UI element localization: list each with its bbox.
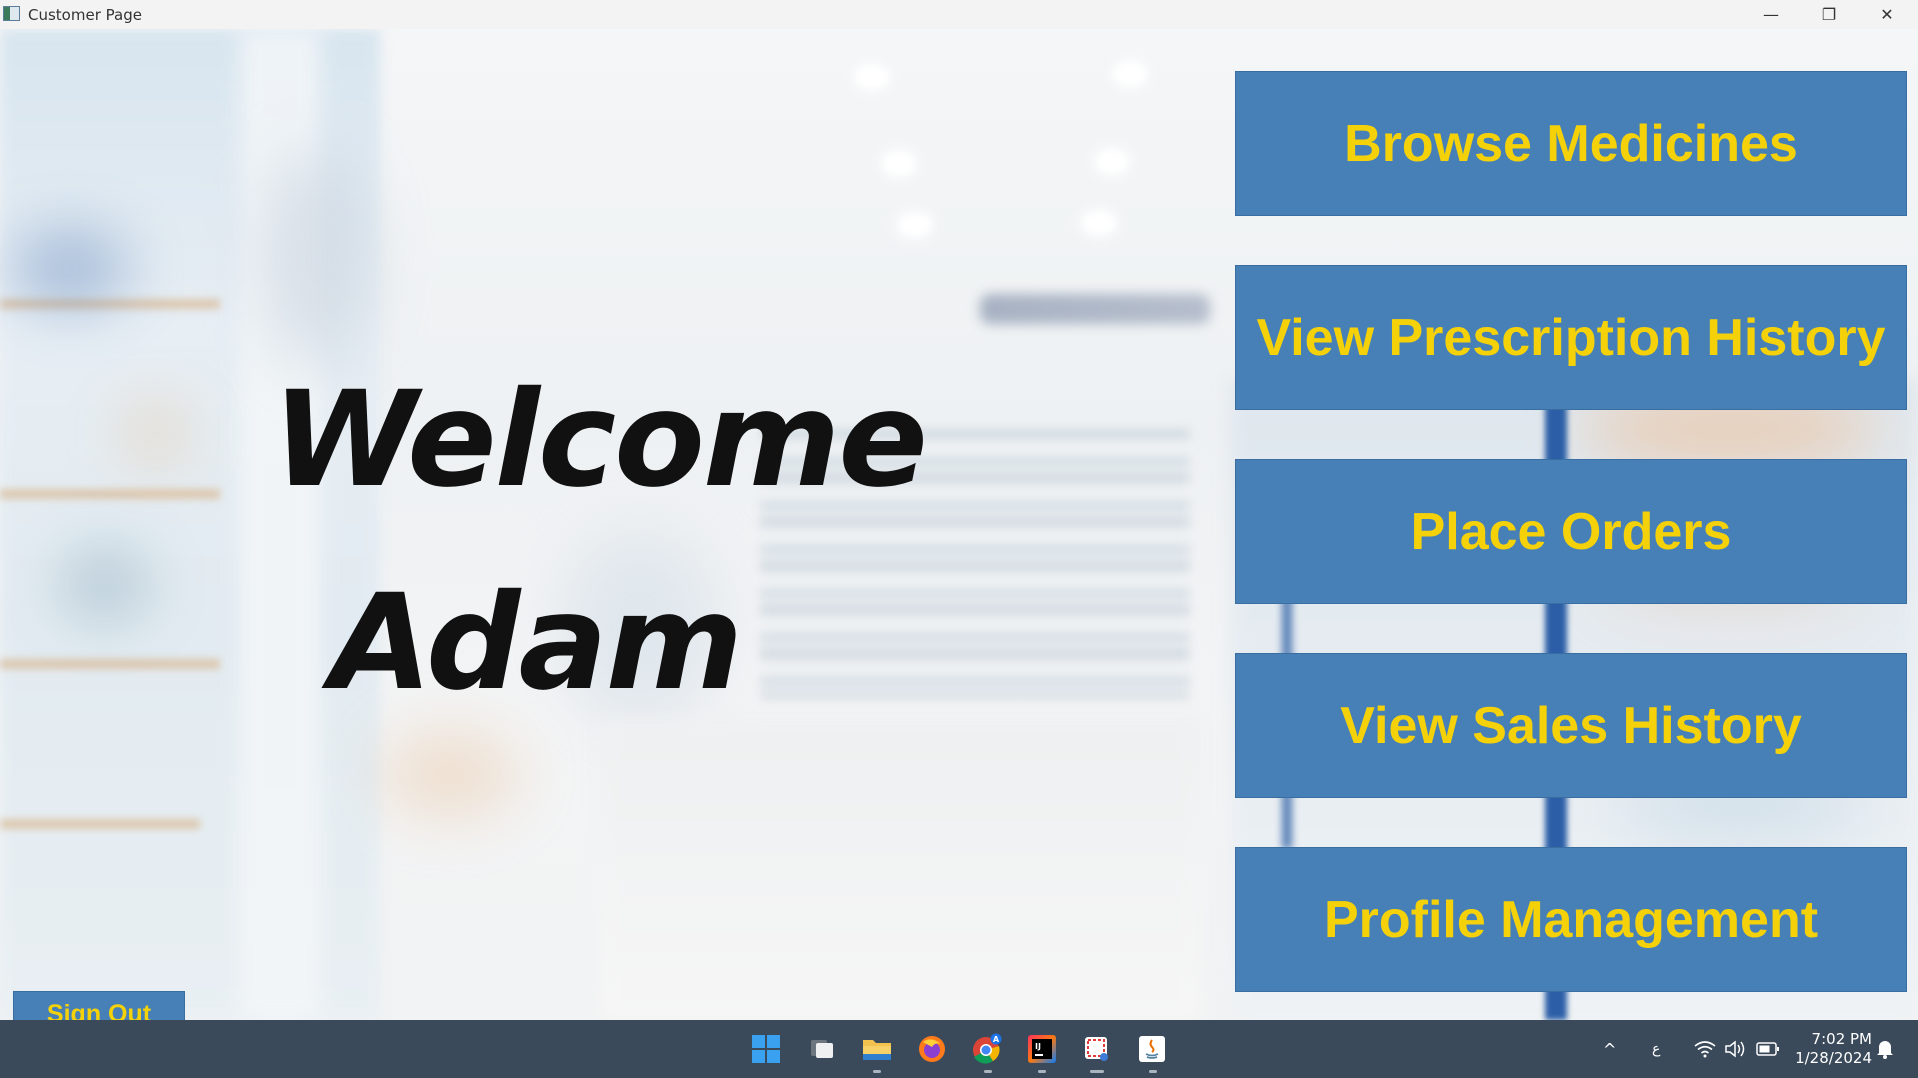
snipping-tool-icon[interactable] — [1080, 1032, 1114, 1066]
notification-bell-icon[interactable] — [1876, 1020, 1894, 1078]
main-content: Welcome Adam Browse Medicines View Presc… — [0, 29, 1918, 1020]
profile-management-button[interactable]: Profile Management — [1235, 847, 1907, 992]
restore-icon: ❐ — [1821, 5, 1837, 24]
app-icon — [3, 6, 20, 21]
welcome-username: Adam — [330, 566, 743, 720]
tray-overflow-icon[interactable]: ^ — [1603, 1020, 1616, 1078]
firefox-icon[interactable] — [915, 1032, 949, 1066]
minimize-icon: — — [1763, 5, 1779, 24]
close-button[interactable]: ✕ — [1858, 0, 1916, 29]
java-icon[interactable] — [1135, 1032, 1169, 1066]
task-view-icon[interactable] — [805, 1032, 839, 1066]
close-icon: ✕ — [1880, 5, 1894, 24]
place-orders-button[interactable]: Place Orders — [1235, 459, 1907, 604]
wifi-icon[interactable] — [1694, 1020, 1716, 1078]
volume-icon[interactable] — [1724, 1020, 1746, 1078]
intellij-icon[interactable]: IJ — [1025, 1032, 1059, 1066]
windows-start-icon[interactable] — [749, 1032, 783, 1066]
battery-icon[interactable] — [1756, 1020, 1780, 1078]
window-title: Customer Page — [28, 6, 142, 24]
title-bar: Customer Page — ❐ ✕ — [0, 0, 1918, 29]
file-explorer-icon[interactable] — [860, 1032, 894, 1066]
system-clock[interactable]: 7:02 PM 1/28/2024 — [1790, 1030, 1872, 1068]
view-prescription-history-button[interactable]: View Prescription History — [1235, 265, 1907, 410]
minimize-button[interactable]: — — [1742, 0, 1800, 29]
view-sales-history-button[interactable]: View Sales History — [1235, 653, 1907, 798]
chrome-icon[interactable]: A — [970, 1032, 1004, 1066]
clock-time: 7:02 PM — [1811, 1030, 1872, 1048]
maximize-button[interactable]: ❐ — [1800, 0, 1858, 29]
clock-date: 1/28/2024 — [1795, 1049, 1872, 1067]
svg-text:IJ: IJ — [1035, 1042, 1041, 1051]
sign-out-button[interactable]: Sign Out — [13, 991, 185, 1020]
svg-text:A: A — [993, 1035, 1000, 1044]
browse-medicines-button[interactable]: Browse Medicines — [1235, 71, 1907, 216]
taskbar: A IJ ^ ع 7:02 PM 1/28/2024 — [0, 1020, 1918, 1078]
welcome-heading: Welcome — [272, 363, 928, 517]
input-language-indicator[interactable]: ع — [1652, 1020, 1660, 1078]
